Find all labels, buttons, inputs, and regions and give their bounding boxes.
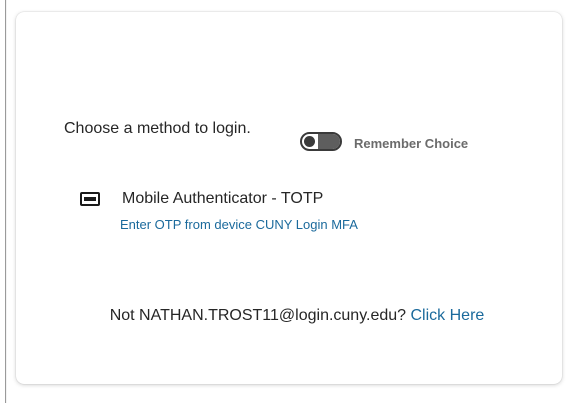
click-here-link[interactable]: Click Here [411,307,485,324]
window-left-edge [0,0,6,403]
remember-choice-label: Remember Choice [354,136,469,151]
method-mobile-authenticator[interactable]: Mobile Authenticator - TOTP Enter OTP fr… [80,190,480,240]
method-subtitle-link[interactable]: Enter OTP from device CUNY Login MFA [120,217,358,232]
login-method-card: Choose a method to login. Remember Choic… [16,12,562,384]
toggle-knob [304,136,315,147]
device-card-icon [80,192,100,206]
method-title: Mobile Authenticator - TOTP [122,190,324,207]
not-user-prefix: Not NATHAN.TROST11@login.cuny.edu? [109,307,411,324]
not-user-text: Not NATHAN.TROST11@login.cuny.edu? Click… [82,304,512,327]
remember-choice-toggle[interactable] [300,132,342,151]
prompt-text: Choose a method to login. [64,120,251,137]
